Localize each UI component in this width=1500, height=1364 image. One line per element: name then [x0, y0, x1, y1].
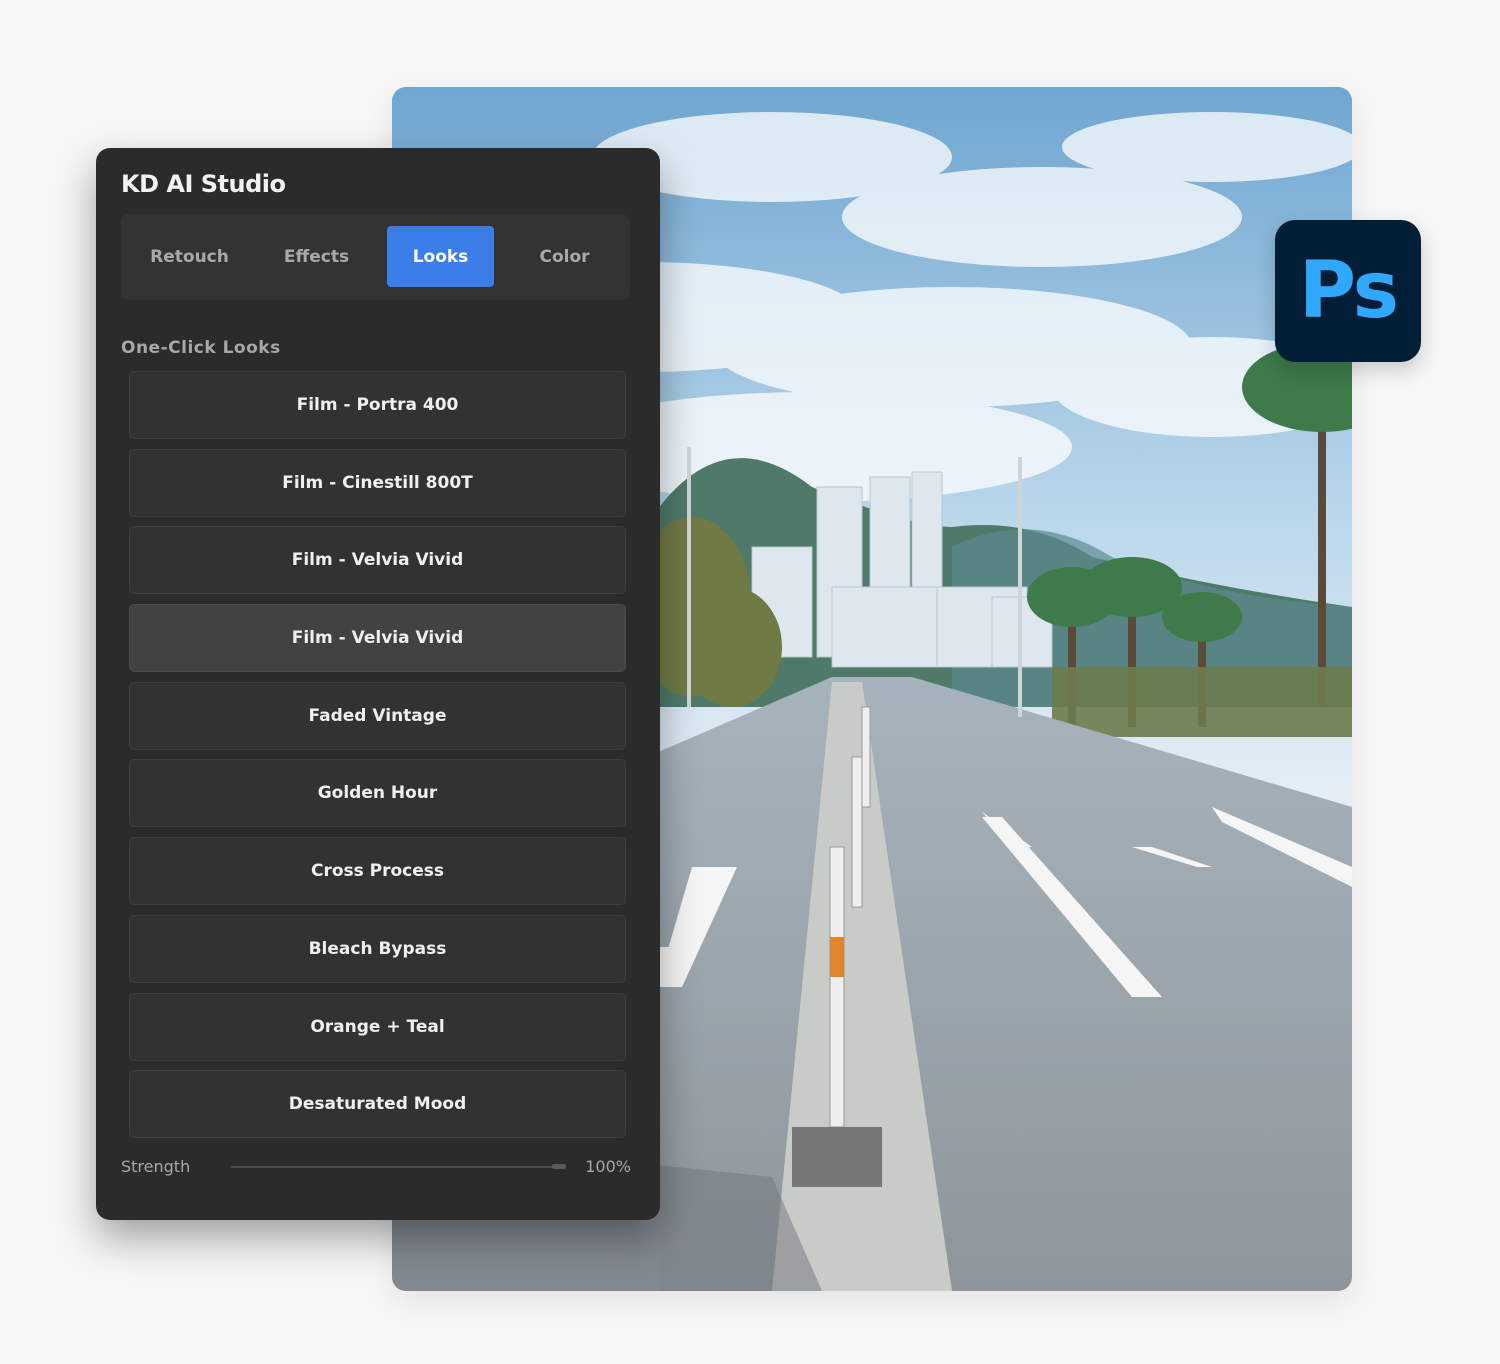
- look-button[interactable]: Film - Cinestill 800T: [129, 448, 626, 517]
- tab-retouch[interactable]: Retouch: [136, 226, 243, 287]
- looks-list: Film - Portra 400 Film - Cinestill 800T …: [129, 371, 626, 1148]
- tab-looks[interactable]: Looks: [387, 226, 494, 287]
- tab-effects[interactable]: Effects: [263, 226, 370, 287]
- plugin-panel: KD AI Studio Retouch Effects Looks Color…: [96, 148, 660, 1220]
- look-button[interactable]: Film - Velvia Vivid: [129, 526, 626, 595]
- look-button[interactable]: Desaturated Mood: [129, 1070, 626, 1139]
- look-button[interactable]: Film - Portra 400: [129, 371, 626, 439]
- look-button[interactable]: Bleach Bypass: [129, 914, 626, 983]
- strength-value: 100%: [585, 1157, 631, 1176]
- strength-slider-thumb[interactable]: [552, 1164, 566, 1169]
- look-button[interactable]: Cross Process: [129, 837, 626, 906]
- strength-label: Strength: [121, 1157, 191, 1176]
- panel-title: KD AI Studio: [121, 170, 286, 198]
- look-button[interactable]: Faded Vintage: [129, 681, 626, 750]
- strength-slider[interactable]: [231, 1164, 566, 1169]
- look-button[interactable]: Orange + Teal: [129, 992, 626, 1061]
- tab-color[interactable]: Color: [511, 226, 618, 287]
- section-label: One-Click Looks: [121, 338, 281, 358]
- look-button-hovered[interactable]: Film - Velvia Vivid: [129, 604, 626, 673]
- tab-bar: Retouch Effects Looks Color: [121, 214, 630, 300]
- photoshop-logo-text: Ps: [1298, 246, 1399, 336]
- look-button[interactable]: Golden Hour: [129, 759, 626, 828]
- photoshop-icon: Ps: [1275, 220, 1421, 362]
